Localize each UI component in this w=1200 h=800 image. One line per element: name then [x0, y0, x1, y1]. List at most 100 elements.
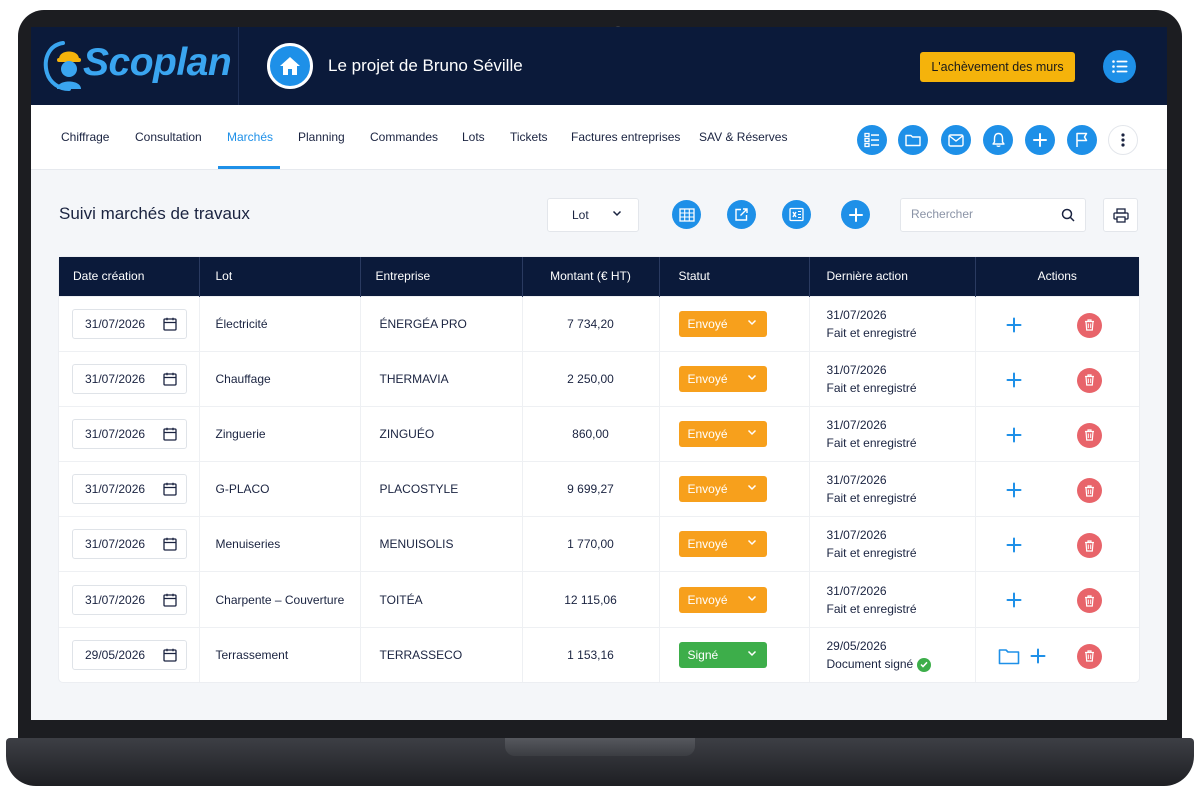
delete-button[interactable] — [1076, 643, 1102, 669]
messages-button[interactable] — [941, 125, 971, 155]
calendar-icon[interactable] — [163, 317, 177, 331]
amount-cell: 12 115,06 — [522, 571, 660, 628]
calendar-icon[interactable] — [163, 427, 177, 441]
more-options-button[interactable] — [1108, 125, 1138, 155]
excel-export-button[interactable] — [782, 200, 811, 229]
list-menu-button[interactable] — [1103, 50, 1136, 83]
search-input[interactable] — [911, 207, 1051, 221]
last-action-text: Document signé — [826, 656, 914, 671]
calendar-icon[interactable] — [163, 372, 177, 386]
add-button[interactable] — [1025, 125, 1055, 155]
tab-commandes[interactable]: Commandes — [370, 105, 438, 169]
markets-table: Date création Lot Entreprise Montant (€ … — [59, 257, 1139, 683]
calendar-icon[interactable] — [163, 648, 177, 662]
last-action-text: Fait et enregistré — [826, 435, 917, 450]
table-row[interactable]: 31/07/2026 Charpente – Couverture TOITÉA 12… — [59, 571, 1139, 628]
calendar-icon[interactable] — [163, 593, 177, 607]
tab-tickets[interactable]: Tickets — [510, 105, 548, 169]
status-dropdown[interactable]: Envoyé — [678, 476, 767, 503]
home-button[interactable] — [267, 43, 313, 89]
company-cell: MENUISOLIS — [360, 516, 523, 572]
tab-sav-reserves[interactable]: SAV & Réserves — [699, 105, 787, 169]
column-header-date[interactable]: Date création — [59, 257, 200, 296]
column-header-status[interactable]: Statut — [659, 257, 810, 296]
company-cell: ZINGUÉO — [360, 405, 523, 462]
date-cell: 31/07/2026 — [59, 295, 200, 352]
module-nav: Chiffrage Consultation Marchés Planning … — [31, 105, 1167, 170]
export-button[interactable] — [727, 200, 756, 229]
delete-button[interactable] — [1076, 312, 1102, 338]
tab-chiffrage[interactable]: Chiffrage — [61, 105, 109, 169]
date-input[interactable]: 29/05/2026 — [72, 639, 187, 670]
add-action-icon[interactable] — [1006, 592, 1022, 608]
add-action-icon[interactable] — [1006, 427, 1022, 443]
date-value: 31/07/2026 — [85, 537, 146, 552]
lot-filter-select[interactable]: Lot — [547, 198, 639, 232]
date-value: 31/07/2026 — [85, 426, 146, 441]
flag-button[interactable] — [1067, 125, 1097, 155]
add-action-icon[interactable] — [1006, 317, 1022, 333]
delete-button[interactable] — [1076, 478, 1102, 504]
add-action-icon[interactable] — [1006, 482, 1022, 498]
add-action-icon[interactable] — [1006, 537, 1022, 553]
column-header-last-action[interactable]: Dernière action — [809, 257, 976, 296]
status-dropdown[interactable]: Envoyé — [678, 310, 767, 337]
export-icon — [735, 208, 748, 221]
tab-planning[interactable]: Planning — [298, 105, 345, 169]
date-input[interactable]: 31/07/2026 — [72, 529, 187, 560]
date-input[interactable]: 31/07/2026 — [72, 584, 187, 615]
chevron-down-icon — [747, 595, 756, 601]
add-action-icon[interactable] — [1030, 648, 1046, 664]
status-dropdown[interactable]: Envoyé — [678, 586, 767, 613]
search-icon[interactable] — [1061, 208, 1075, 222]
status-dropdown[interactable]: Envoyé — [678, 365, 767, 392]
project-title: Le projet de Bruno Séville — [328, 56, 523, 75]
table-row[interactable]: 29/05/2026 Terrassement TERRASSECO 1 153,16… — [59, 626, 1139, 683]
actions-cell — [975, 295, 1139, 352]
delete-button[interactable] — [1076, 588, 1102, 614]
date-value: 29/05/2026 — [85, 647, 146, 662]
status-dropdown[interactable]: Envoyé — [678, 420, 767, 447]
delete-button[interactable] — [1076, 367, 1102, 393]
date-input[interactable]: 31/07/2026 — [72, 474, 187, 505]
column-header-company[interactable]: Entreprise — [360, 257, 523, 296]
calendar-icon[interactable] — [163, 482, 177, 496]
tab-marches[interactable]: Marchés — [227, 105, 273, 169]
milestone-button[interactable]: L'achèvement des murs — [920, 52, 1075, 82]
date-input[interactable]: 31/07/2026 — [72, 363, 187, 394]
logo[interactable]: Scoplan — [31, 27, 239, 105]
folder-icon[interactable] — [998, 647, 1020, 665]
delete-button[interactable] — [1076, 533, 1102, 559]
table-icon — [678, 207, 695, 222]
documents-button[interactable] — [898, 125, 928, 155]
table-row[interactable]: 31/07/2026 Zinguerie ZINGUÉO 860,00 Envoyé 31… — [59, 405, 1139, 462]
notifications-button[interactable] — [983, 125, 1013, 155]
actions-cell — [975, 571, 1139, 628]
table-row[interactable]: 31/07/2026 Chauffage THERMAVIA 2 250,00 Envo… — [59, 350, 1139, 407]
table-row[interactable]: 31/07/2026 G-PLACO PLACOSTYLE 9 699,27 Envoy… — [59, 461, 1139, 517]
add-action-icon[interactable] — [1006, 372, 1022, 388]
tab-factures-entreprises[interactable]: Factures entreprises — [571, 105, 680, 169]
checklist-button[interactable] — [857, 125, 887, 155]
plus-icon — [848, 207, 863, 222]
column-header-amount[interactable]: Montant (€ HT) — [522, 257, 660, 296]
delete-button[interactable] — [1076, 422, 1102, 448]
add-market-button[interactable] — [841, 200, 870, 229]
date-input[interactable]: 31/07/2026 — [72, 308, 187, 339]
date-input[interactable]: 31/07/2026 — [72, 418, 187, 449]
last-action-text: Fait et enregistré — [826, 325, 917, 340]
tab-lots[interactable]: Lots — [462, 105, 485, 169]
table-view-button[interactable] — [672, 200, 701, 229]
tab-consultation[interactable]: Consultation — [135, 105, 202, 169]
search-field[interactable] — [900, 198, 1086, 232]
amount-cell: 9 699,27 — [522, 461, 660, 517]
status-dropdown[interactable]: Signé — [678, 641, 767, 668]
calendar-icon[interactable] — [163, 537, 177, 551]
lot-cell: Terrassement — [199, 626, 361, 683]
trash-icon — [1084, 650, 1094, 662]
table-row[interactable]: 31/07/2026 Électricité ÉNERGÉA PRO 7 734,20… — [59, 295, 1139, 352]
status-dropdown[interactable]: Envoyé — [678, 531, 767, 558]
table-row[interactable]: 31/07/2026 Menuiseries MENUISOLIS 1 770,00 E… — [59, 516, 1139, 572]
print-button[interactable] — [1103, 198, 1138, 232]
column-header-lot[interactable]: Lot — [199, 257, 361, 296]
